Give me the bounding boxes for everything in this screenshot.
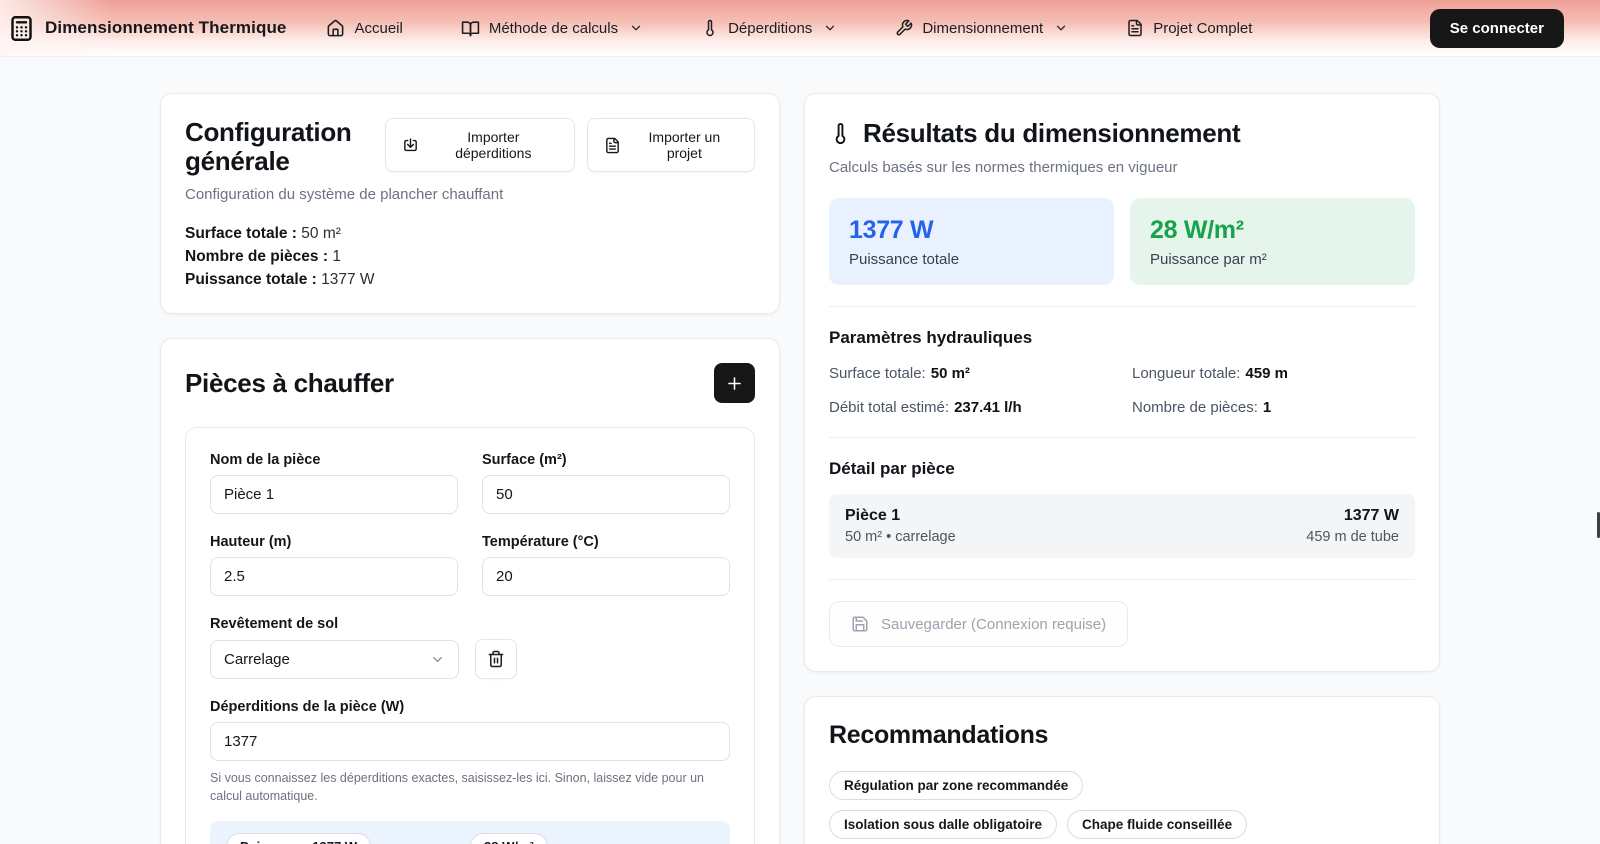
stat-nombre-pieces: Nombre de pièces : 1: [185, 248, 341, 266]
calculator-logo-icon: [8, 14, 35, 43]
room-temperature-field: Température (°C): [482, 534, 730, 597]
room-power-badge: Puissance: 1377 W: [226, 833, 372, 844]
main-content: Configuration générale Importer déperdit…: [0, 57, 1600, 844]
room-detail-power: 1377 W: [1343, 507, 1399, 524]
room-power-box: Puissance: 1377 W 28 W/m²: [210, 821, 730, 844]
room-density-badge: 28 W/m²: [470, 833, 548, 844]
room-surface-label: Surface (m²): [482, 452, 567, 469]
add-room-button[interactable]: [714, 363, 755, 404]
total-power-label: Puissance totale: [849, 251, 960, 268]
room-height-field: Hauteur (m): [210, 534, 458, 597]
configuration-subtitle: Configuration du système de plancher cha…: [185, 186, 504, 204]
configuration-card: Configuration générale Importer déperdit…: [160, 93, 780, 315]
total-power-value: 1377 W: [849, 216, 934, 244]
hydraulics-grid: Surface totale: 50 m² Longueur totale: 459…: [829, 365, 1415, 416]
brand: Dimensionnement Thermique: [8, 14, 286, 43]
room-name-label: Nom de la pièce: [210, 452, 321, 469]
power-per-m2-value: 28 W/m²: [1150, 216, 1244, 244]
results-card: Résultats du dimensionnement Calculs bas…: [804, 93, 1440, 672]
delete-room-button[interactable]: [475, 639, 517, 680]
room-losses-label: Déperditions de la pièce (W): [210, 699, 405, 716]
recommendations-card: Recommandations Régulation par zone reco…: [804, 696, 1440, 844]
losses-helper-text: Si vous connaissez les déperditions exac…: [210, 771, 704, 804]
trash-icon: [487, 650, 505, 668]
room-height-label: Hauteur (m): [210, 534, 292, 551]
chevron-down-icon: [629, 21, 643, 35]
save-icon: [851, 615, 869, 633]
room-detail-row: Pièce 1 50 m² • carrelage 1377 W 459 m d…: [829, 494, 1415, 558]
nav-item-deperditions[interactable]: Déperditions: [701, 19, 837, 37]
plus-icon: [725, 374, 744, 393]
login-button[interactable]: Se connecter: [1429, 8, 1564, 48]
configuration-stats: Surface totale : 50 m² Nombre de pièces …: [185, 225, 755, 289]
room-detail-meta: 50 m² • carrelage: [845, 529, 956, 545]
recommendation-badge: Chape fluide conseillée: [1067, 810, 1248, 839]
room-surface-input[interactable]: [482, 475, 730, 515]
rooms-title: Pièces à chauffer: [185, 367, 394, 398]
room-losses-input[interactable]: [210, 722, 730, 762]
recommendations-pills: Régulation par zone recommandée Isolatio…: [829, 771, 1309, 839]
chevron-down-icon: [430, 652, 445, 667]
left-column: Configuration générale Importer déperdit…: [160, 93, 780, 844]
room-name-field: Nom de la pièce: [210, 452, 458, 515]
save-button[interactable]: Sauvegarder (Connexion requise): [829, 601, 1129, 647]
hydro-longueur: Longueur totale: 459 m: [1132, 365, 1288, 382]
book-open-icon: [461, 19, 480, 38]
results-title: Résultats du dimensionnement: [829, 118, 1415, 149]
file-text-icon: [604, 137, 621, 154]
total-power-stat: 1377 W Puissance totale: [829, 198, 1114, 285]
navbar: Dimensionnement Thermique Accueil Méthod…: [0, 0, 1600, 57]
main-nav: Accueil Méthode de calculs Déperditions: [326, 19, 1252, 38]
floor-covering-field: Revêtement de sol Carrelage: [210, 616, 730, 680]
floor-covering-label: Revêtement de sol: [210, 616, 339, 633]
room-losses-field: Déperditions de la pièce (W) Si vous con…: [210, 699, 730, 805]
recommendations-title: Recommandations: [829, 721, 1049, 749]
room-temperature-label: Température (°C): [482, 534, 599, 551]
room-temperature-input[interactable]: [482, 557, 730, 597]
app-title: Dimensionnement Thermique: [45, 18, 287, 37]
hydro-debit: Débit total estimé: 237.41 l/h: [829, 399, 1022, 416]
results-subtitle: Calculs basés sur les normes thermiques …: [829, 159, 1178, 176]
power-per-m2-label: Puissance par m²: [1150, 251, 1267, 268]
import-losses-button[interactable]: Importer déperditions: [385, 118, 575, 172]
recommendation-badge: Régulation par zone recommandée: [829, 771, 1084, 800]
divider: [829, 306, 1415, 307]
thermometer-icon: [701, 19, 719, 37]
nav-item-projet-complet[interactable]: Projet Complet: [1126, 19, 1252, 37]
chevron-down-icon: [823, 21, 837, 35]
stat-surface-totale: Surface totale : 50 m²: [185, 225, 341, 243]
rooms-card: Pièces à chauffer Nom de la pièce Surfac…: [160, 338, 780, 844]
power-per-m2-stat: 28 W/m² Puissance par m²: [1130, 198, 1415, 285]
home-icon: [326, 19, 345, 38]
nav-item-accueil[interactable]: Accueil: [326, 19, 403, 38]
nav-item-methode-de-calculs[interactable]: Méthode de calculs: [461, 19, 643, 38]
room-name-input[interactable]: [210, 475, 458, 515]
divider: [829, 579, 1415, 580]
room-height-input[interactable]: [210, 557, 458, 597]
stat-puissance-totale: Puissance totale : 1377 W: [185, 271, 375, 289]
divider: [829, 437, 1415, 438]
hydro-surface: Surface totale: 50 m²: [829, 365, 970, 382]
file-text-icon: [1126, 19, 1144, 37]
hydraulics-heading: Paramètres hydrauliques: [829, 328, 1033, 347]
thermometer-icon: [829, 122, 852, 145]
room-detail-tube: 459 m de tube: [1306, 529, 1399, 545]
detail-heading: Détail par pièce: [829, 459, 955, 478]
floor-covering-select[interactable]: Carrelage: [210, 640, 459, 680]
right-column: Résultats du dimensionnement Calculs bas…: [804, 93, 1440, 844]
chevron-down-icon: [1054, 21, 1068, 35]
configuration-title: Configuration générale: [185, 117, 352, 177]
room-surface-field: Surface (m²): [482, 452, 730, 515]
nav-item-dimensionnement[interactable]: Dimensionnement: [895, 19, 1068, 37]
import-icon: [402, 137, 419, 154]
wrench-icon: [895, 19, 913, 37]
recommendation-badge: Isolation sous dalle obligatoire: [829, 810, 1058, 839]
room-form: Nom de la pièce Surface (m²) Hauteur (m)…: [185, 427, 755, 844]
import-project-button[interactable]: Importer un projet: [586, 118, 755, 172]
hydro-nombre-pieces: Nombre de pièces: 1: [1132, 399, 1272, 416]
room-detail-name: Pièce 1: [845, 507, 901, 524]
